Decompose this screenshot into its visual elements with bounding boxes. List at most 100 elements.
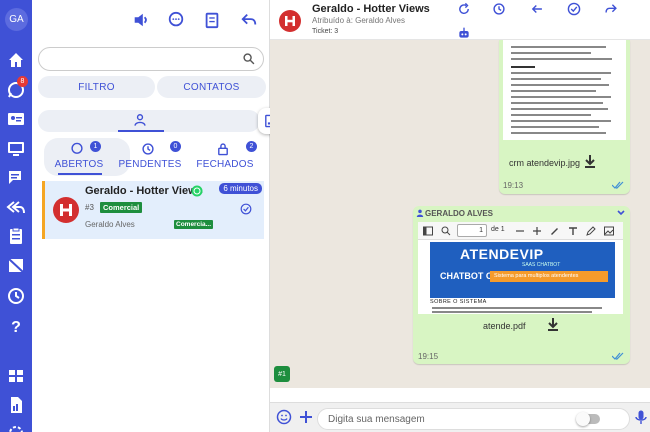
dashboard-icon[interactable]	[6, 366, 26, 386]
ticket-tabs: 1 ABERTOS 0 PENDENTES 2 FECHADOS	[32, 138, 270, 176]
message-bubble: GERALDO ALVES 1 de 1 ATENDEVIP SAAS CHAT…	[413, 206, 630, 364]
sidebar-rail: GA 8 ?	[0, 0, 32, 432]
chat-panel: Geraldo - Hotter Views Atribuído à: Gera…	[270, 0, 650, 432]
microphone-icon[interactable]	[633, 409, 649, 425]
chat-bubble-icon[interactable]	[167, 11, 185, 29]
settings-icon[interactable]	[6, 423, 26, 432]
tab-badge: 2	[246, 141, 257, 152]
robot-icon[interactable]	[457, 27, 471, 39]
attach-plus-icon[interactable]	[298, 409, 314, 425]
sidebar-toggle-icon[interactable]	[423, 226, 433, 236]
chat-count-badge: 8	[17, 76, 28, 87]
tab-badge: 0	[170, 141, 181, 152]
ticket-chip[interactable]: #1	[274, 366, 290, 382]
ticket-list-item[interactable]: Geraldo - Hotter Views 6 minutos #3 Come…	[42, 181, 264, 239]
lock-icon	[216, 142, 230, 156]
user-filter-indicator	[118, 130, 164, 132]
message-input-placeholder: Digita sua mensagem	[328, 414, 425, 425]
ticket-agent: Geraldo Alves	[85, 220, 135, 229]
assigned-to: Atribuído à: Geraldo Alves	[312, 16, 405, 25]
double-check-icon	[612, 181, 624, 189]
download-icon[interactable]	[584, 154, 596, 168]
filter-button[interactable]: FILTRO	[38, 76, 155, 98]
image-icon[interactable]	[604, 226, 614, 236]
clipboard-list-icon[interactable]	[203, 11, 221, 29]
tab-fechados[interactable]: 2 FECHADOS	[190, 140, 260, 174]
image-preview[interactable]	[503, 40, 626, 140]
reply-all-icon[interactable]	[6, 197, 26, 217]
clock-icon[interactable]	[6, 286, 26, 306]
page-input[interactable]: 1	[457, 224, 487, 237]
ticket-time-badge: 6 minutos	[219, 183, 262, 194]
message-time: 19:13	[503, 181, 524, 190]
search-icon[interactable]	[242, 52, 256, 66]
person-icon	[133, 113, 147, 127]
ticket-contact-name: Geraldo - Hotter Views	[85, 185, 203, 197]
search-input[interactable]	[38, 47, 264, 71]
double-check-icon	[612, 352, 624, 360]
zoom-in-icon[interactable]	[532, 226, 542, 236]
home-icon[interactable]	[6, 50, 26, 70]
chat-icon[interactable]	[6, 168, 26, 188]
file-name: crm atendevip.jpg	[509, 158, 581, 168]
back-arrow-icon[interactable]	[530, 2, 544, 16]
chat-title: Geraldo - Hotter Views	[312, 3, 430, 15]
avatar[interactable]: GA	[5, 8, 28, 31]
tab-label: ABERTOS	[54, 159, 104, 170]
message-bubble: crm atendevip.jpg 19:13	[499, 40, 630, 194]
schedule-icon[interactable]	[492, 2, 506, 16]
message-list: crm atendevip.jpg 19:13 GERALDO ALVES 1 …	[270, 40, 650, 388]
draw-icon[interactable]	[586, 226, 596, 236]
contact-avatar	[279, 10, 301, 32]
undo-icon[interactable]	[240, 11, 258, 29]
brand-logo: ATENDEVIP	[460, 246, 544, 262]
user-filter-bar[interactable]	[38, 110, 260, 132]
pdf-section-title: SOBRE O SISTEMA	[430, 299, 487, 305]
search-icon[interactable]	[441, 226, 451, 236]
help-icon[interactable]: ?	[6, 316, 26, 336]
tab-label: PENDENTES	[118, 159, 182, 170]
monitor-icon[interactable]	[6, 139, 26, 159]
sender-name: GERALDO ALVES	[425, 209, 494, 218]
text-icon[interactable]	[568, 226, 578, 236]
report-icon[interactable]	[6, 395, 26, 415]
download-icon[interactable]	[547, 317, 559, 331]
queue-tag: Comercial	[100, 202, 143, 213]
pdf-viewer[interactable]: 1 de 1 ATENDEVIP SAAS CHATBOT CHATBOT CR…	[418, 222, 623, 314]
page-count: de 1	[491, 226, 505, 233]
highlight-icon[interactable]	[550, 226, 560, 236]
tab-pendentes[interactable]: 0 PENDENTES	[115, 140, 185, 174]
redo-transfer-icon[interactable]	[604, 2, 618, 16]
tickets-panel: FILTRO CONTATOS 1 ABERTOS 0 PENDENTES 2 …	[32, 0, 282, 432]
emoji-icon[interactable]	[276, 409, 292, 425]
refresh-icon[interactable]	[457, 2, 471, 16]
ticket-number: #3	[85, 203, 94, 212]
message-input[interactable]: Digita sua mensagem	[317, 408, 630, 430]
tab-badge: 1	[90, 141, 101, 152]
whatsapp-icon	[191, 185, 203, 197]
clipboard-icon[interactable]	[6, 226, 26, 246]
zoom-out-icon[interactable]	[515, 226, 525, 236]
tab-abertos[interactable]: 1 ABERTOS	[44, 140, 114, 174]
chat-bubble-icon	[70, 142, 84, 156]
ticket-label: Ticket: 3	[312, 28, 339, 35]
queue-tag-short: Comercia...	[174, 220, 213, 229]
chevron-down-icon[interactable]	[616, 208, 626, 218]
person-icon	[416, 209, 424, 217]
message-time: 19:15	[418, 352, 439, 361]
resolve-check-icon[interactable]	[567, 2, 581, 16]
contact-card-icon[interactable]	[6, 109, 26, 129]
pdf-toolbar: 1 de 1	[418, 222, 623, 240]
contacts-button[interactable]: CONTATOS	[157, 76, 266, 98]
flag-off-icon[interactable]	[6, 256, 26, 276]
toggle-knob[interactable]	[576, 412, 590, 426]
pdf-tagline: Sistema para multiplos atendentes	[490, 271, 608, 282]
volume-icon[interactable]	[132, 11, 150, 29]
panel-toolbar	[32, 0, 270, 40]
contact-avatar	[53, 197, 79, 223]
brand-subtitle: SAAS CHATBOT	[522, 262, 561, 268]
tab-label: FECHADOS	[196, 159, 254, 170]
check-circle-icon[interactable]	[240, 203, 252, 215]
file-name: atende.pdf	[483, 321, 526, 331]
active-tab-underline	[58, 173, 102, 175]
